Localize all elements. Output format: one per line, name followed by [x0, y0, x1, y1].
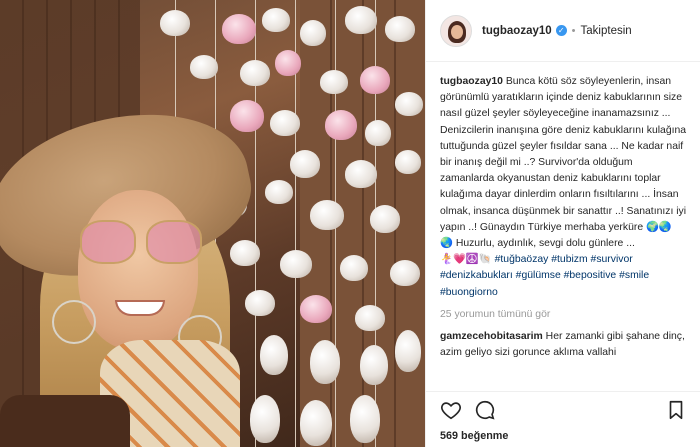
likes-count[interactable]: 569 beğenme — [440, 430, 687, 442]
hashtag-link[interactable]: #smile — [619, 270, 649, 281]
sunglasses — [80, 220, 204, 268]
header-username[interactable]: tugbaozay10 — [482, 25, 552, 37]
separator-dot: • — [571, 24, 576, 37]
hashtag-link[interactable]: #tuğbaözay — [495, 254, 549, 265]
post-header: tugbaozay10 ✓ • Takiptesin — [426, 0, 700, 62]
verified-badge-icon: ✓ — [555, 25, 567, 36]
follow-status-button[interactable]: Takiptesin — [581, 25, 632, 37]
caption: tugbaozay10 Bunca kötü söz söyleyenlerin… — [440, 74, 687, 301]
comment: gamzecehobitasarim Her zamanki gibi şaha… — [440, 329, 687, 361]
jacket — [0, 395, 130, 447]
comment-username[interactable]: gamzecehobitasarim — [440, 331, 543, 342]
view-all-comments-link[interactable]: 25 yorumun tümünü gör — [440, 309, 687, 320]
heart-icon[interactable] — [440, 399, 462, 421]
caption-username[interactable]: tugbaozay10 — [440, 76, 503, 87]
earring-left — [52, 300, 96, 344]
bookmark-icon[interactable] — [665, 399, 687, 421]
avatar[interactable] — [440, 14, 472, 47]
post-photo[interactable] — [0, 0, 425, 447]
hashtag-link[interactable]: #bepositive — [564, 270, 617, 281]
hashtag-link[interactable]: #tubizm — [551, 254, 587, 265]
hashtag-link[interactable]: #survivor — [591, 254, 633, 265]
caption-text: Bunca kötü söz söyleyenlerin, insan görü… — [440, 76, 687, 233]
post-panel: tugbaozay10 ✓ • Takiptesin tugbaozay10 B… — [425, 0, 700, 447]
hashtag-link[interactable]: #gülümse — [516, 270, 561, 281]
comments-area: tugbaozay10 Bunca kötü söz söyleyenlerin… — [426, 62, 700, 392]
post-actions: 569 beğenme — [426, 391, 700, 447]
emoji-line: 🧜‍♀️💗☮️🐚 — [440, 254, 495, 266]
hashtag-link[interactable]: #denizkabukları — [440, 270, 513, 281]
caption-line2: 🌏 Huzurlu, aydınlık, sevgi dolu günlere … — [440, 238, 635, 250]
hashtag-link[interactable]: #buongiorno — [440, 287, 498, 298]
comment-icon[interactable] — [474, 399, 496, 421]
